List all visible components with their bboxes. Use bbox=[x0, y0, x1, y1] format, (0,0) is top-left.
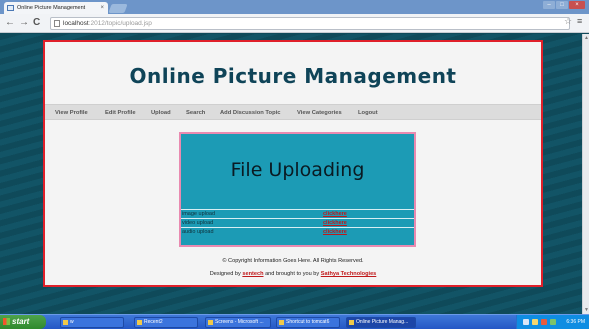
volume-icon[interactable] bbox=[532, 319, 538, 325]
folder-icon bbox=[63, 320, 68, 325]
upload-label: image upload bbox=[182, 211, 216, 217]
site-nav: View Profile Edit Profile Upload Search … bbox=[45, 104, 541, 120]
clock[interactable]: 6:36 PM bbox=[566, 315, 585, 329]
chrome-icon bbox=[349, 320, 354, 325]
footer-middle: and brought to you by bbox=[265, 271, 320, 277]
taskbar-item[interactable]: Screens - Microsoft ... bbox=[205, 317, 271, 328]
task-label: Screens - Microsoft ... bbox=[215, 319, 264, 325]
tab-title: Online Picture Management bbox=[17, 5, 86, 11]
nav-view-categories[interactable]: View Categories bbox=[297, 105, 342, 121]
scroll-down-icon[interactable]: ▼ bbox=[584, 307, 589, 313]
upload-panel: File Uploading image upload clickhere vi… bbox=[179, 132, 416, 247]
back-button[interactable]: ← bbox=[5, 17, 15, 29]
nav-edit-profile[interactable]: Edit Profile bbox=[105, 105, 136, 121]
image-upload-link[interactable]: clickhere bbox=[323, 210, 347, 218]
video-upload-link[interactable]: clickhere bbox=[323, 219, 347, 227]
nav-search[interactable]: Search bbox=[186, 105, 205, 121]
start-button[interactable]: start bbox=[0, 315, 46, 329]
reload-button[interactable]: C bbox=[33, 17, 40, 29]
task-label: Recent2 bbox=[144, 319, 163, 325]
browser-toolbar: ← → C localhost:2012/topic/upload.jsp ☆ … bbox=[0, 14, 589, 33]
update-icon[interactable] bbox=[550, 319, 556, 325]
document-icon bbox=[208, 320, 213, 325]
minimize-button[interactable]: – bbox=[543, 1, 555, 9]
window-controls: – □ × bbox=[543, 1, 585, 9]
url-host: localhost bbox=[63, 20, 89, 27]
nav-add-discussion-topic[interactable]: Add Discussion Topic bbox=[220, 105, 280, 121]
nav-upload[interactable]: Upload bbox=[151, 105, 171, 121]
taskbar-item[interactable]: Recent2 bbox=[134, 317, 198, 328]
upload-row-audio: audio upload clickhere bbox=[181, 227, 414, 236]
page-favicon-icon bbox=[7, 5, 14, 11]
task-label: w bbox=[70, 319, 74, 325]
nav-logout[interactable]: Logout bbox=[358, 105, 378, 121]
menu-icon[interactable]: ≡ bbox=[577, 16, 582, 26]
taskbar-item[interactable]: w bbox=[60, 317, 124, 328]
maximize-button[interactable]: □ bbox=[556, 1, 568, 9]
footer-credits: Designed by sentech and brought to you b… bbox=[45, 271, 541, 277]
designer-link[interactable]: sentech bbox=[242, 271, 263, 277]
security-icon[interactable] bbox=[541, 319, 547, 325]
footer-designed-prefix: Designed by bbox=[209, 271, 241, 277]
shortcut-icon bbox=[279, 320, 284, 325]
folder-icon bbox=[137, 320, 142, 325]
footer-copyright: © Copyright Information Goes Here. All R… bbox=[222, 258, 364, 264]
tab-strip: Online Picture Management × – □ × bbox=[0, 0, 589, 14]
audio-upload-link[interactable]: clickhere bbox=[323, 228, 347, 236]
vertical-scrollbar[interactable]: ▲ ▼ bbox=[582, 34, 589, 314]
address-bar[interactable]: localhost:2012/topic/upload.jsp bbox=[50, 17, 570, 30]
close-window-button[interactable]: × bbox=[569, 1, 585, 9]
nav-view-profile[interactable]: View Profile bbox=[55, 105, 88, 121]
scroll-up-icon[interactable]: ▲ bbox=[584, 35, 589, 41]
tab-close-icon[interactable]: × bbox=[100, 2, 104, 14]
taskbar: start w Recent2 Screens - Microsoft ... … bbox=[0, 314, 589, 329]
url-path: :2012/topic/upload.jsp bbox=[88, 20, 152, 27]
site-container: Online Picture Management View Profile E… bbox=[43, 40, 543, 287]
browser-tab[interactable]: Online Picture Management × bbox=[4, 2, 108, 14]
network-icon[interactable] bbox=[523, 319, 529, 325]
upload-row-image: image upload clickhere bbox=[181, 209, 414, 218]
company-link[interactable]: Sathya Technologies bbox=[321, 271, 377, 277]
forward-button[interactable]: → bbox=[19, 17, 29, 29]
taskbar-item[interactable]: Shortcut to tomcat6 bbox=[276, 317, 340, 328]
windows-flag-icon bbox=[3, 318, 10, 325]
page-icon bbox=[54, 20, 60, 27]
bookmark-star-icon[interactable]: ☆ bbox=[564, 16, 572, 27]
new-tab-button[interactable] bbox=[108, 4, 128, 13]
upload-label: audio upload bbox=[182, 229, 214, 235]
taskbar-item-active[interactable]: Online Picture Manag... bbox=[346, 317, 416, 328]
upload-label: video upload bbox=[182, 220, 214, 226]
task-label: Shortcut to tomcat6 bbox=[286, 319, 330, 325]
upload-row-video: video upload clickhere bbox=[181, 218, 414, 227]
system-tray: 6:36 PM bbox=[516, 315, 589, 329]
start-label: start bbox=[12, 317, 30, 326]
site-title: Online Picture Management bbox=[129, 64, 457, 88]
upload-heading: File Uploading bbox=[230, 159, 365, 181]
task-label: Online Picture Manag... bbox=[356, 319, 409, 325]
